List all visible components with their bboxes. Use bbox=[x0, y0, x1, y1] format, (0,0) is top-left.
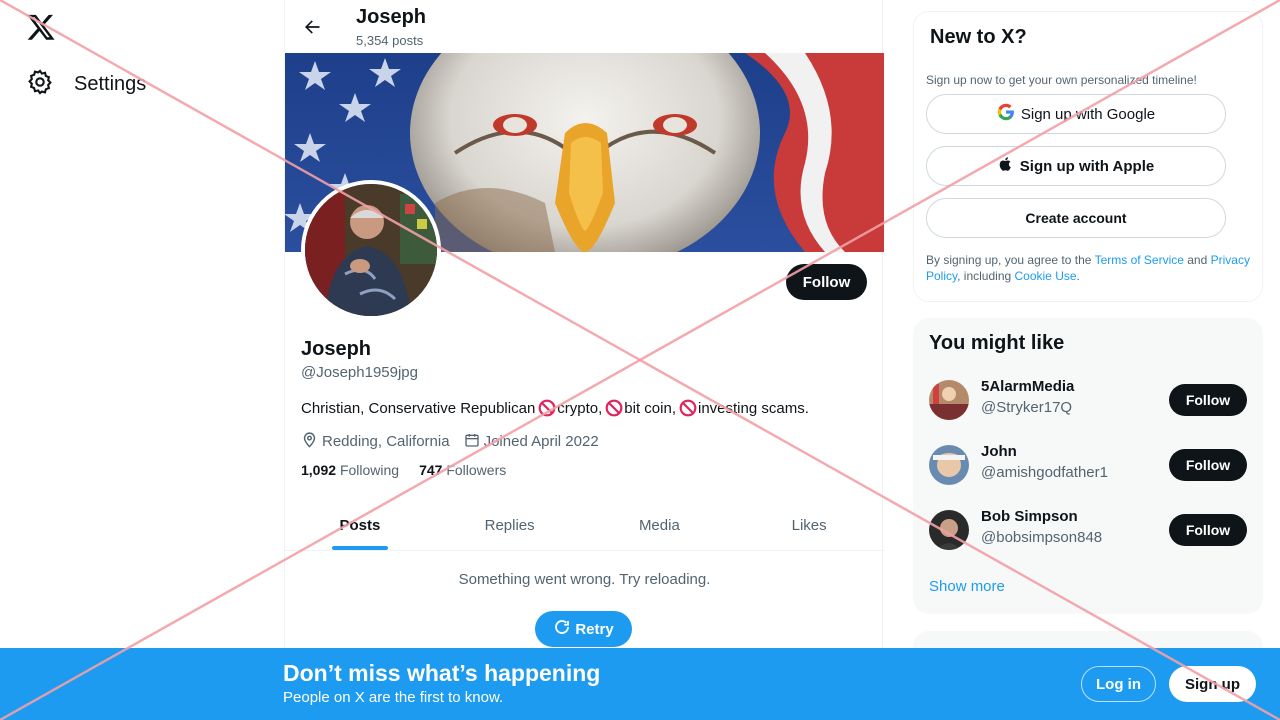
follow-button[interactable]: Follow bbox=[786, 264, 867, 300]
banner-subtitle: People on X are the first to know. bbox=[283, 689, 504, 706]
avatar[interactable] bbox=[929, 380, 969, 420]
suggestion-item[interactable]: 5AlarmMedia @Stryker17Q Follow bbox=[929, 378, 1247, 422]
following-count: 1,092 bbox=[301, 462, 337, 478]
followers-link[interactable]: 747 Followers bbox=[419, 462, 506, 478]
bio-text-3: bit coin, bbox=[624, 399, 676, 417]
gear-icon bbox=[26, 68, 54, 101]
header-posts-count: 5,354 posts bbox=[356, 33, 424, 48]
profile-stats: 1,092 Following 747 Followers bbox=[301, 462, 506, 478]
suggestion-name[interactable]: 5AlarmMedia bbox=[981, 378, 1074, 395]
following-link[interactable]: 1,092 Following bbox=[301, 462, 399, 478]
suggestion-item[interactable]: John @amishgodfather1 Follow bbox=[929, 443, 1247, 487]
suggestion-name[interactable]: Bob Simpson bbox=[981, 508, 1078, 525]
banner-title: Don’t miss what’s happening bbox=[283, 660, 601, 686]
new-to-x-subtitle: Sign up now to get your own personalized… bbox=[926, 73, 1197, 87]
new-to-x-title: New to X? bbox=[930, 26, 1027, 48]
cookie-link[interactable]: Cookie Use bbox=[1015, 269, 1077, 283]
joined-item: Joined April 2022 bbox=[464, 432, 599, 452]
x-logo-icon[interactable] bbox=[26, 12, 58, 44]
following-label: Following bbox=[339, 462, 400, 478]
profile-name: Joseph bbox=[301, 338, 372, 360]
bio-text-1: Christian, Conservative Republican bbox=[301, 399, 536, 417]
nav-settings[interactable]: Settings bbox=[26, 64, 146, 104]
profile-location: Redding, California bbox=[322, 433, 450, 450]
profile-joined: Joined April 2022 bbox=[483, 433, 599, 450]
suggestion-item[interactable]: Bob Simpson @bobsimpson848 Follow bbox=[929, 508, 1247, 552]
profile-header-bar: Joseph 5,354 posts bbox=[285, 0, 882, 53]
suggestion-name[interactable]: John bbox=[981, 443, 1017, 460]
bio-text-2: crypto, bbox=[557, 399, 603, 417]
followers-label: Followers bbox=[446, 462, 507, 478]
profile-handle: @Joseph1959jpg bbox=[301, 364, 418, 381]
suggestion-handle: @bobsimpson848 bbox=[981, 529, 1103, 546]
create-account-button[interactable]: Create account bbox=[926, 198, 1226, 238]
page: Settings Joseph 5,354 posts Follow Josep… bbox=[0, 0, 1280, 720]
terms-text: By signing up, you agree to the Terms of… bbox=[926, 252, 1252, 284]
apple-label: Sign up with Apple bbox=[1019, 157, 1155, 175]
bio-text-4: investing scams. bbox=[698, 399, 809, 417]
you-might-like-card: You might like 5AlarmMedia @Stryker17Q F… bbox=[913, 318, 1263, 614]
terms-including: , including bbox=[957, 269, 1015, 283]
followers-count: 747 bbox=[419, 462, 443, 478]
signup-button[interactable]: Sign up bbox=[1169, 666, 1256, 702]
calendar-icon bbox=[464, 432, 480, 452]
header-name: Joseph bbox=[356, 6, 427, 28]
suggestion-follow-button[interactable]: Follow bbox=[1169, 384, 1247, 416]
main-column: Joseph 5,354 posts Follow Joseph @Joseph… bbox=[284, 0, 884, 720]
terms-link[interactable]: Terms of Service bbox=[1095, 253, 1184, 267]
no-entry-icon bbox=[679, 399, 697, 417]
tab-likes[interactable]: Likes bbox=[734, 500, 884, 550]
google-label: Sign up with Google bbox=[1020, 105, 1156, 123]
profile-tabs: Posts Replies Media Likes bbox=[285, 500, 884, 551]
location-item: Redding, California bbox=[301, 431, 450, 452]
location-pin-icon bbox=[301, 431, 318, 452]
feed-error-message: Something went wrong. Try reloading. bbox=[458, 571, 711, 588]
suggestion-handle: @amishgodfather1 bbox=[981, 464, 1108, 481]
new-to-x-card: New to X? Sign up now to get your own pe… bbox=[913, 11, 1263, 302]
profile-bio: Christian, Conservative Republican crypt… bbox=[301, 399, 809, 417]
suggestion-follow-button[interactable]: Follow bbox=[1169, 449, 1247, 481]
apple-icon bbox=[998, 155, 1014, 177]
suggestion-follow-button[interactable]: Follow bbox=[1169, 514, 1247, 546]
you-might-like-title: You might like bbox=[929, 332, 1065, 354]
signup-banner: Don’t miss what’s happening People on X … bbox=[0, 648, 1280, 720]
tab-replies[interactable]: Replies bbox=[435, 500, 585, 550]
left-nav: Settings bbox=[0, 0, 284, 720]
back-arrow-icon[interactable] bbox=[299, 14, 325, 40]
retry-button[interactable]: Retry bbox=[535, 611, 632, 647]
signup-google-button[interactable]: Sign up with Google bbox=[926, 94, 1226, 134]
tab-posts[interactable]: Posts bbox=[285, 500, 435, 550]
signup-apple-button[interactable]: Sign up with Apple bbox=[926, 146, 1226, 186]
profile-avatar[interactable] bbox=[301, 180, 441, 320]
login-button[interactable]: Log in bbox=[1081, 666, 1156, 702]
terms-end: . bbox=[1076, 269, 1080, 283]
retry-label: Retry bbox=[575, 620, 614, 638]
suggestion-handle: @Stryker17Q bbox=[981, 399, 1073, 416]
refresh-icon bbox=[553, 618, 571, 640]
no-entry-icon bbox=[538, 399, 556, 417]
terms-and: and bbox=[1183, 253, 1211, 267]
avatar[interactable] bbox=[929, 510, 969, 550]
avatar[interactable] bbox=[929, 445, 969, 485]
no-entry-icon bbox=[605, 399, 623, 417]
terms-prefix: By signing up, you agree to the bbox=[926, 253, 1095, 267]
show-more-link[interactable]: Show more bbox=[929, 578, 1005, 595]
google-icon bbox=[997, 103, 1015, 125]
profile-meta: Redding, California Joined April 2022 bbox=[301, 431, 607, 452]
settings-label: Settings bbox=[74, 72, 147, 95]
tab-media[interactable]: Media bbox=[585, 500, 735, 550]
